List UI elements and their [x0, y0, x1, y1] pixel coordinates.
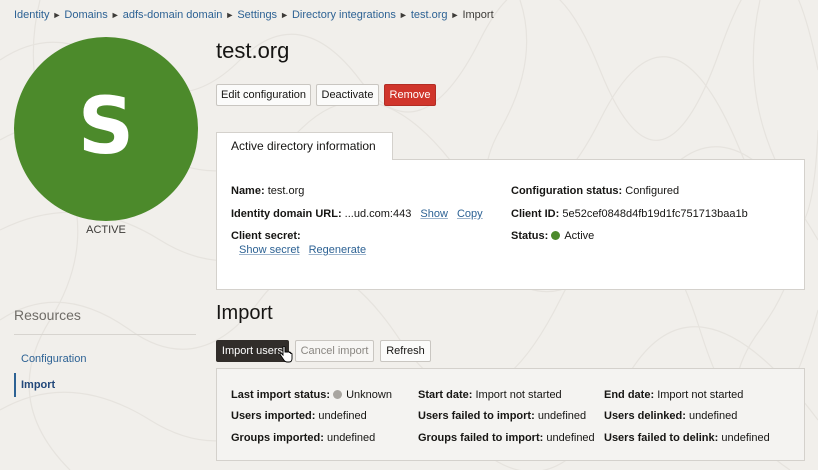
last-import-status-label: Last import status:: [231, 389, 331, 401]
breadcrumb-domain[interactable]: adfs-domain domain: [123, 9, 223, 21]
breadcrumb-test-org[interactable]: test.org: [411, 9, 448, 21]
show-secret-link[interactable]: Show secret: [239, 244, 300, 256]
resources-title: Resources: [14, 307, 81, 323]
status-active-icon: [551, 231, 561, 240]
name-field: Name: test.org: [231, 185, 304, 197]
breadcrumb: Identity ► Domains ► adfs-domain domain ► Sett…: [14, 9, 494, 21]
sidebar-item-import[interactable]: Import: [14, 373, 194, 397]
client-id-field: Client ID: 5e52cef0848d4fb19d1fc751713ba…: [511, 208, 748, 220]
url-value: ...ud.com:443: [344, 208, 412, 220]
delink-failed-field: Users failed to delink: undefined: [604, 432, 770, 444]
avatar-status: ACTIVE: [86, 224, 126, 236]
edit-configuration-button[interactable]: Edit configuration: [216, 84, 311, 106]
groups-failed-value: undefined: [546, 432, 595, 444]
breadcrumb-separator: ►: [225, 10, 235, 20]
status-label: Status:: [511, 230, 549, 242]
status-value: Active: [564, 230, 595, 242]
users-delinked-value: undefined: [688, 410, 738, 422]
import-status-panel: Last import status: Unknown Users import…: [216, 368, 805, 461]
start-date-value: Import not started: [475, 389, 562, 401]
users-failed-value: undefined: [537, 410, 587, 422]
status-unknown-icon: [333, 390, 343, 399]
copy-url-link[interactable]: Copy: [457, 208, 483, 220]
breadcrumb-separator: ►: [280, 10, 289, 20]
groups-imported-field: Groups imported: undefined: [231, 432, 375, 444]
breadcrumb-domains[interactable]: Domains: [64, 9, 107, 21]
config-status-field: Configuration status: Configured: [511, 185, 679, 197]
regenerate-link[interactable]: Regenerate: [309, 244, 367, 256]
delink-failed-value: undefined: [721, 432, 770, 444]
groups-imported-label: Groups imported:: [231, 432, 324, 444]
breadcrumb-settings[interactable]: Settings: [237, 9, 277, 21]
sidebar-item-configuration[interactable]: Configuration: [14, 347, 194, 371]
divider: [14, 334, 196, 335]
users-failed-field: Users failed to import: undefined: [418, 410, 586, 422]
breadcrumb-current: Import: [462, 9, 494, 21]
users-failed-label: Users failed to import:: [418, 410, 535, 422]
end-date-value: Import not started: [657, 389, 744, 401]
status-field: Status: Active: [511, 230, 594, 242]
name-label: Name:: [231, 185, 265, 197]
remove-button[interactable]: Remove: [384, 84, 436, 106]
breadcrumb-separator: ►: [398, 10, 408, 20]
end-date-field: End date: Import not started: [604, 389, 743, 401]
client-secret-actions: Show secret Regenerate: [233, 244, 366, 256]
users-imported-label: Users imported:: [231, 410, 316, 422]
url-field: Identity domain URL: ...ud.com:443 Show …: [231, 208, 483, 220]
config-status-value: Configured: [625, 185, 680, 197]
start-date-field: Start date: Import not started: [418, 389, 562, 401]
config-status-label: Configuration status:: [511, 185, 623, 197]
breadcrumb-separator: ►: [52, 10, 62, 20]
users-imported-value: undefined: [318, 410, 367, 422]
end-date-label: End date:: [604, 389, 655, 401]
avatar: S: [14, 37, 198, 221]
client-id-label: Client ID:: [511, 208, 560, 220]
breadcrumb-identity[interactable]: Identity: [14, 9, 49, 21]
url-label: Identity domain URL:: [231, 208, 342, 220]
users-imported-field: Users imported: undefined: [231, 410, 367, 422]
deactivate-button[interactable]: Deactivate: [316, 84, 379, 106]
import-section-title: Import: [216, 302, 273, 324]
hand-cursor-icon: [279, 346, 293, 363]
cancel-import-button[interactable]: Cancel import: [295, 340, 374, 362]
directory-info-panel: Name: test.org Identity domain URL: ...u…: [216, 159, 805, 290]
client-secret-label: Client secret:: [231, 230, 301, 242]
groups-failed-field: Groups failed to import: undefined: [418, 432, 595, 444]
delink-failed-label: Users failed to delink:: [604, 432, 719, 444]
last-import-status-field: Last import status: Unknown: [231, 389, 392, 401]
avatar-letter: S: [77, 82, 135, 172]
tab-active-directory-information[interactable]: Active directory information: [216, 132, 393, 160]
show-url-link[interactable]: Show: [420, 208, 448, 220]
refresh-button[interactable]: Refresh: [380, 340, 431, 362]
client-id-value: 5e52cef0848d4fb19d1fc751713baa1b: [562, 208, 748, 220]
breadcrumb-separator: ►: [450, 10, 460, 20]
users-delinked-field: Users delinked: undefined: [604, 410, 737, 422]
name-value: test.org: [267, 185, 305, 197]
client-secret-label-text: Client secret:: [231, 230, 301, 242]
groups-imported-value: undefined: [326, 432, 376, 444]
last-import-status-value: Unknown: [346, 389, 392, 401]
breadcrumb-directory-integrations[interactable]: Directory integrations: [292, 9, 396, 21]
breadcrumb-separator: ►: [110, 10, 120, 20]
users-delinked-label: Users delinked:: [604, 410, 686, 422]
page-title: test.org: [216, 38, 290, 63]
groups-failed-label: Groups failed to import:: [418, 432, 544, 444]
start-date-label: Start date:: [418, 389, 473, 401]
